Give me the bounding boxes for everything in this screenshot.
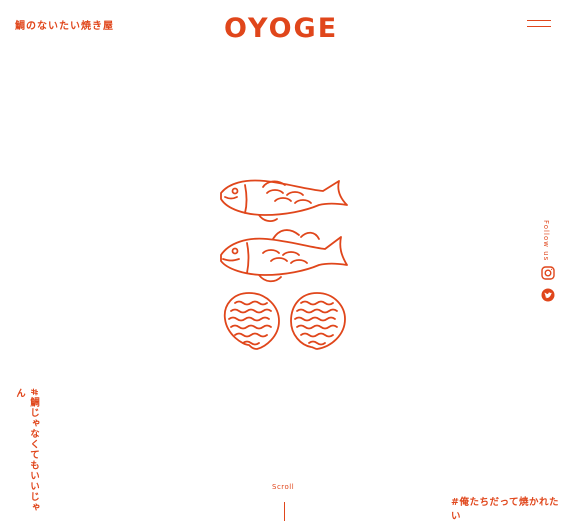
follow-label: Follow us xyxy=(542,220,550,262)
tagline: 鯛のないたい焼き屋 xyxy=(15,21,114,32)
hashtag-left: #鯛じゃなくてもいいじゃん xyxy=(14,388,39,513)
fish-icon xyxy=(220,179,348,222)
hashtag-right: #俺たちだって焼かれたい xyxy=(451,497,559,522)
menu-line xyxy=(527,26,551,27)
scallop-icon xyxy=(223,292,280,350)
menu-button[interactable] xyxy=(527,18,551,28)
instagram-icon[interactable] xyxy=(541,266,555,280)
twitter-icon[interactable] xyxy=(541,288,555,302)
menu-line xyxy=(527,20,551,21)
fish-icon xyxy=(220,229,348,283)
logo[interactable]: OYOGE xyxy=(224,13,338,44)
scroll-indicator[interactable]: Scroll xyxy=(272,483,294,491)
scallop-icon xyxy=(290,292,346,350)
scroll-line xyxy=(284,502,285,521)
taiyaki-illustration xyxy=(220,179,348,350)
